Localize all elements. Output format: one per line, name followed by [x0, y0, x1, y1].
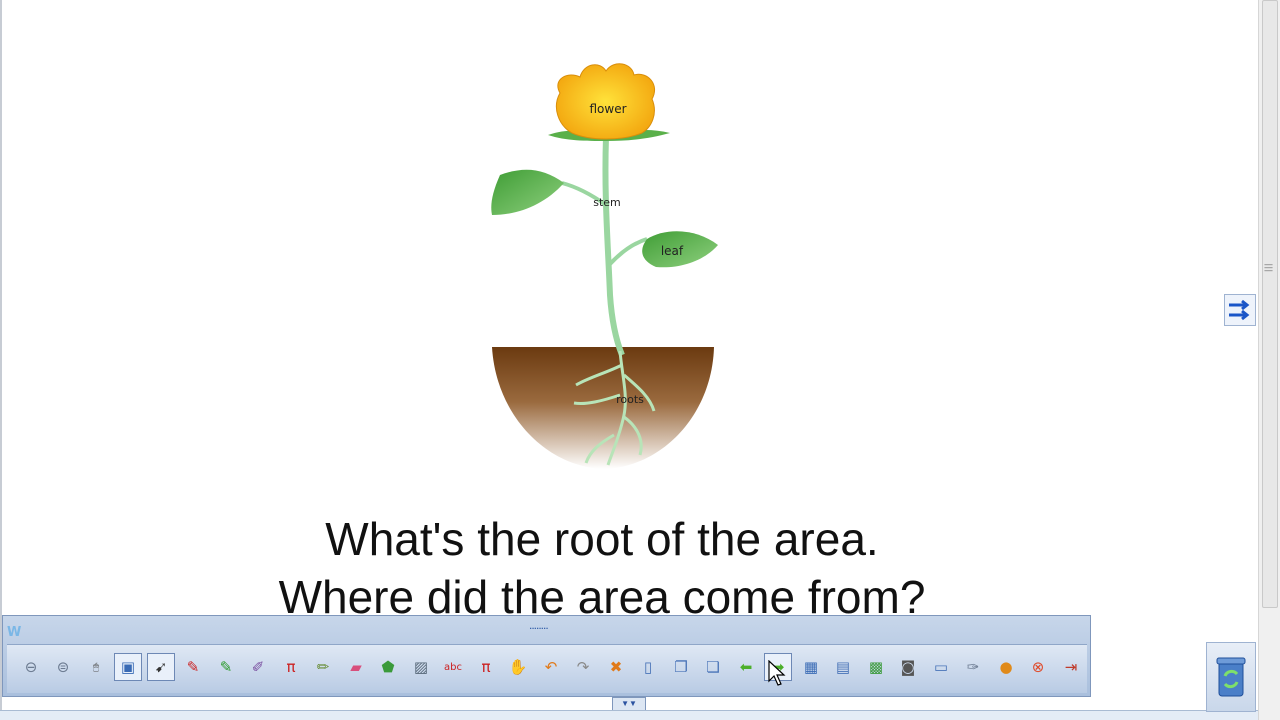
scrollbar-thumb[interactable] [1262, 0, 1278, 608]
toolbar-tools: ⊖ ⊜ 🖱 ▣ ➹ ✎ ✎ ✐ π ✏ ▰ ⬟ ▨ abc π ✋ ↶ ↷ ✖ ▯ ❐ ❏ ⬅ ➡ ▦ ▤ ▩ ◙ ▭ ✑ ● ⊗ ⇥ [7, 644, 1087, 693]
pen-settings-button[interactable]: ✑ [959, 653, 987, 681]
eraser-button[interactable]: ▰ [342, 653, 370, 681]
mouse-cursor-icon [768, 660, 786, 686]
hand-pan-button[interactable]: ✋ [504, 653, 532, 681]
save-icon: ▤ [835, 658, 851, 676]
pen-settings-icon: ✑ [966, 658, 980, 676]
import-image-icon: ▩ [868, 658, 884, 676]
grid-button[interactable]: ▦ [797, 653, 825, 681]
swap-panel-button[interactable] [1224, 294, 1256, 326]
zoom-down-button[interactable]: ⊜ [49, 653, 77, 681]
ruler-button[interactable]: ▨ [407, 653, 435, 681]
whiteboard-canvas[interactable]: flower stem leaf roots What's the root o… [0, 0, 1258, 720]
plant-diagram: flower stem leaf roots [491, 63, 718, 469]
previous-page-icon: ⬅ [739, 658, 753, 676]
scrollbar-grip-icon: — — — [1264, 260, 1273, 276]
swap-arrows-icon [1229, 299, 1250, 321]
camera-button[interactable]: ◙ [894, 653, 922, 681]
roots-label: roots [616, 393, 644, 406]
left-leaf [491, 169, 564, 215]
undo-icon: ↶ [544, 658, 558, 676]
highlighter-icon: ✏ [316, 658, 330, 676]
copy-page-icon: ▣ [120, 658, 136, 676]
folder-button[interactable]: ▭ [927, 653, 955, 681]
redo-button[interactable]: ↷ [569, 653, 597, 681]
save-button[interactable]: ▤ [829, 653, 857, 681]
hand-pan-icon: ✋ [508, 658, 528, 676]
eraser-icon: ▰ [350, 658, 362, 676]
undo-button[interactable]: ↶ [537, 653, 565, 681]
text-pen-button[interactable]: ✐ [244, 653, 272, 681]
close-button[interactable]: ⊗ [1024, 653, 1052, 681]
caption-line-1: What's the root of the area. [325, 513, 879, 565]
text-recognition-button[interactable]: abc [439, 653, 467, 681]
math-recognition-button[interactable]: π [472, 653, 500, 681]
duplicate-page-icon: ❐ [674, 658, 688, 676]
redo-icon: ↷ [576, 658, 590, 676]
ruler-icon: ▨ [413, 658, 429, 676]
shape-fill-icon: ⬟ [381, 658, 395, 676]
math-recognition-icon: π [481, 658, 491, 676]
app-logo: W [7, 625, 22, 640]
user-button[interactable]: ● [992, 653, 1020, 681]
new-page-icon: ▯ [643, 658, 653, 676]
delete-button[interactable]: ✖ [602, 653, 630, 681]
red-pen-button[interactable]: ✎ [179, 653, 207, 681]
mouse-icon: 🖱 [93, 661, 99, 673]
green-pen-button[interactable]: ✎ [212, 653, 240, 681]
exit-icon: ⇥ [1064, 658, 1078, 676]
vertical-scrollbar[interactable]: — — — [1258, 0, 1280, 720]
text-pen-icon: ✐ [251, 658, 265, 676]
pages-button[interactable]: ❏ [699, 653, 727, 681]
green-pen-icon: ✎ [219, 658, 233, 676]
collapse-toolbar-button[interactable]: ▼▼ [612, 697, 646, 711]
flower-label: flower [589, 102, 626, 116]
soil [492, 347, 714, 469]
folder-icon: ▭ [933, 658, 949, 676]
floating-toolbar[interactable]: W ........ ⊖ ⊜ 🖱 ▣ ➹ ✎ ✎ ✐ π ✏ ▰ ⬟ ▨ abc π ✋ ↶ ↷ ✖ ▯ ❐ ❏ ⬅ ➡ ▦ ▤ ▩… [2, 615, 1091, 697]
stem-label: stem [593, 196, 621, 209]
new-page-button[interactable]: ▯ [634, 653, 662, 681]
close-icon: ⊗ [1031, 658, 1045, 676]
previous-page-button[interactable]: ⬅ [732, 653, 760, 681]
camera-icon: ◙ [900, 658, 916, 676]
math-pen-button[interactable]: π [277, 653, 305, 681]
copy-page-button[interactable]: ▣ [114, 653, 142, 681]
mouse-button[interactable]: 🖱 [82, 653, 110, 681]
select-arrow-icon: ➹ [154, 658, 168, 676]
select-arrow-button[interactable]: ➹ [147, 653, 175, 681]
leaf-label: leaf [661, 244, 684, 258]
red-pen-icon: ✎ [186, 658, 200, 676]
exit-button[interactable]: ⇥ [1057, 653, 1085, 681]
user-icon: ● [999, 658, 1013, 676]
pages-icon: ❏ [706, 658, 720, 676]
zoom-out-icon: ⊖ [24, 658, 38, 676]
text-recognition-icon: abc [444, 661, 462, 673]
toolbar-drag-handle[interactable]: ........ [529, 618, 549, 632]
recycle-bin-button[interactable] [1206, 642, 1256, 712]
math-pen-icon: π [286, 658, 296, 676]
grid-icon: ▦ [803, 658, 819, 676]
import-image-button[interactable]: ▩ [862, 653, 890, 681]
shape-fill-button[interactable]: ⬟ [374, 653, 402, 681]
bottom-bar [0, 710, 1258, 720]
duplicate-page-button[interactable]: ❐ [667, 653, 695, 681]
delete-icon: ✖ [609, 658, 623, 676]
recycle-icon [1216, 657, 1246, 697]
zoom-down-icon: ⊜ [56, 658, 70, 676]
zoom-out-button[interactable]: ⊖ [17, 653, 45, 681]
highlighter-button[interactable]: ✏ [309, 653, 337, 681]
stem-shape [602, 136, 625, 357]
